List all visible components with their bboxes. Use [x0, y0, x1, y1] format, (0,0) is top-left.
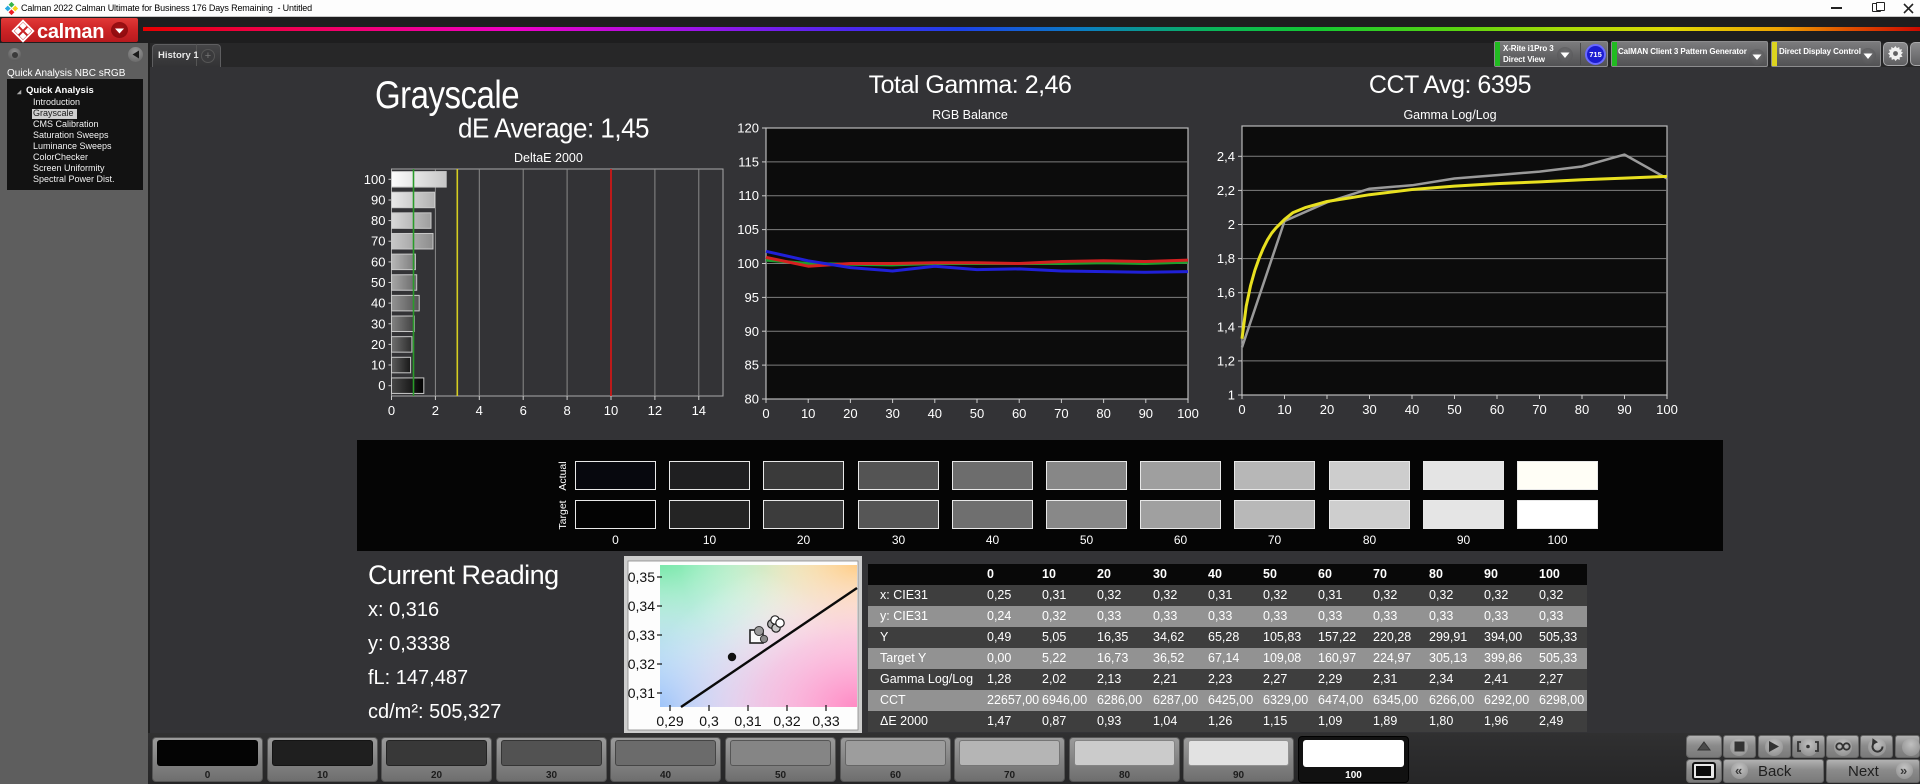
svg-text:2: 2	[432, 403, 439, 418]
svg-text:2,4: 2,4	[1217, 149, 1235, 164]
svg-text:80: 80	[1575, 402, 1589, 417]
svg-text:30: 30	[1362, 402, 1376, 417]
svg-text:0,31: 0,31	[628, 685, 655, 701]
svg-text:100: 100	[1656, 402, 1678, 417]
svg-text:10: 10	[801, 406, 815, 421]
svg-text:70: 70	[1054, 406, 1068, 421]
svg-text:90: 90	[1617, 402, 1631, 417]
svg-text:80: 80	[371, 213, 385, 228]
svg-text:0,3: 0,3	[699, 713, 719, 729]
svg-text:80: 80	[1096, 406, 1110, 421]
svg-text:20: 20	[371, 337, 385, 352]
svg-text:50: 50	[970, 406, 984, 421]
svg-text:40: 40	[928, 406, 942, 421]
svg-text:0,29: 0,29	[656, 713, 683, 729]
svg-text:30: 30	[371, 316, 385, 331]
svg-text:110: 110	[738, 188, 759, 203]
svg-text:8: 8	[563, 403, 570, 418]
svg-text:80: 80	[745, 392, 759, 407]
svg-text:2: 2	[1228, 217, 1235, 232]
svg-text:0: 0	[388, 403, 395, 418]
svg-text:0: 0	[378, 378, 385, 393]
svg-text:4: 4	[476, 403, 483, 418]
svg-text:14: 14	[692, 403, 706, 418]
svg-text:120: 120	[737, 121, 759, 136]
svg-text:1,2: 1,2	[1217, 353, 1235, 368]
svg-text:90: 90	[371, 193, 385, 208]
svg-text:115: 115	[738, 154, 759, 169]
svg-text:1,4: 1,4	[1217, 319, 1235, 334]
svg-text:50: 50	[371, 275, 385, 290]
svg-text:40: 40	[371, 296, 385, 311]
svg-text:0: 0	[762, 406, 769, 421]
svg-text:10: 10	[604, 403, 618, 418]
svg-text:1: 1	[1228, 388, 1235, 403]
svg-text:95: 95	[745, 290, 759, 305]
svg-text:20: 20	[843, 406, 857, 421]
svg-text:1,8: 1,8	[1217, 251, 1235, 266]
svg-text:0,31: 0,31	[734, 713, 761, 729]
svg-text:0,33: 0,33	[812, 713, 839, 729]
svg-text:70: 70	[1532, 402, 1546, 417]
svg-text:90: 90	[1139, 406, 1153, 421]
svg-text:0,35: 0,35	[628, 569, 655, 585]
svg-text:12: 12	[648, 403, 662, 418]
svg-text:70: 70	[371, 234, 385, 249]
svg-text:30: 30	[885, 406, 899, 421]
svg-text:0,32: 0,32	[628, 656, 655, 672]
svg-text:6: 6	[520, 403, 527, 418]
svg-text:20: 20	[1320, 402, 1334, 417]
svg-text:60: 60	[1012, 406, 1026, 421]
svg-text:40: 40	[1405, 402, 1419, 417]
svg-text:100: 100	[364, 172, 386, 187]
svg-text:50: 50	[1447, 402, 1461, 417]
svg-text:10: 10	[1277, 402, 1291, 417]
svg-text:0,33: 0,33	[628, 627, 655, 643]
svg-text:60: 60	[1490, 402, 1504, 417]
svg-text:10: 10	[371, 358, 385, 373]
svg-text:90: 90	[745, 324, 759, 339]
svg-text:105: 105	[737, 222, 759, 237]
svg-text:100: 100	[1177, 406, 1199, 421]
svg-text:0: 0	[1238, 402, 1245, 417]
svg-text:0,34: 0,34	[628, 598, 655, 614]
svg-text:1,6: 1,6	[1217, 285, 1235, 300]
svg-text:2,2: 2,2	[1217, 183, 1235, 198]
svg-text:0,32: 0,32	[773, 713, 800, 729]
svg-text:85: 85	[745, 358, 759, 373]
svg-text:100: 100	[737, 256, 759, 271]
svg-text:60: 60	[371, 254, 385, 269]
